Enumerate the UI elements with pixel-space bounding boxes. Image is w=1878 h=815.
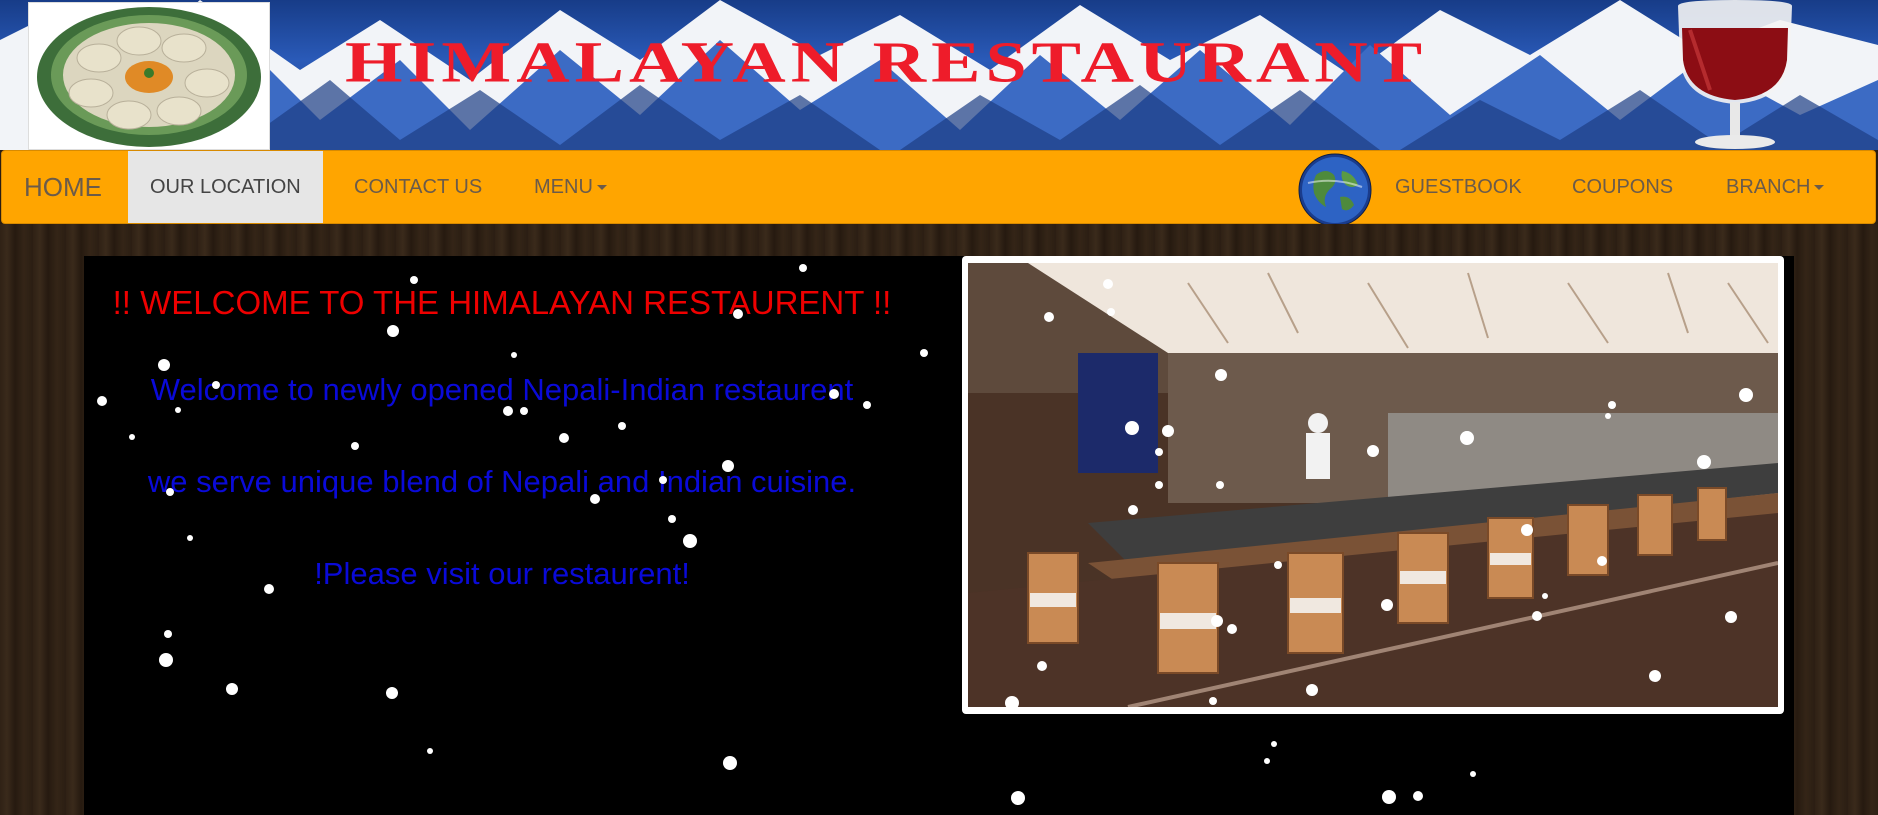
nav-branch-label: BRANCH [1726, 176, 1811, 198]
nav-contact-us[interactable]: CONTACT US [332, 151, 504, 223]
nav-our-location[interactable]: OUR LOCATION [128, 151, 323, 223]
globe-icon [1298, 153, 1372, 227]
main-navbar: HOME OUR LOCATION CONTACT US MENU GUESTB… [1, 150, 1876, 227]
nav-home-link[interactable]: HOME [2, 151, 124, 223]
banner-title: HIMALAYAN RESTAURANT [345, 31, 1428, 95]
visit-text: !Please visit our restaurent! [314, 556, 690, 591]
nav-menu-label: MENU [534, 176, 593, 198]
header-banner: HIMALAYAN RESTAURANT [0, 0, 1878, 150]
cuisine-text: we serve unique blend of Nepali and Indi… [147, 464, 857, 499]
wine-glass-image [1678, 0, 1792, 149]
welcome-heading: !! WELCOME TO THE HIMALAYAN RESTAURENT !… [112, 284, 892, 321]
dumplings-plate-image [28, 2, 270, 150]
nav-branch-dropdown[interactable]: BRANCH [1704, 151, 1846, 223]
caret-down-icon [1814, 185, 1825, 191]
caret-down-icon [596, 185, 607, 191]
restaurant-interior-photo [968, 263, 1778, 707]
intro-text: Welcome to newly opened Nepali-Indian re… [150, 372, 854, 407]
nav-coupons[interactable]: COUPONS [1550, 151, 1695, 223]
nav-guestbook[interactable]: GUESTBOOK [1373, 151, 1544, 223]
nav-menu-dropdown[interactable]: MENU [512, 151, 629, 223]
